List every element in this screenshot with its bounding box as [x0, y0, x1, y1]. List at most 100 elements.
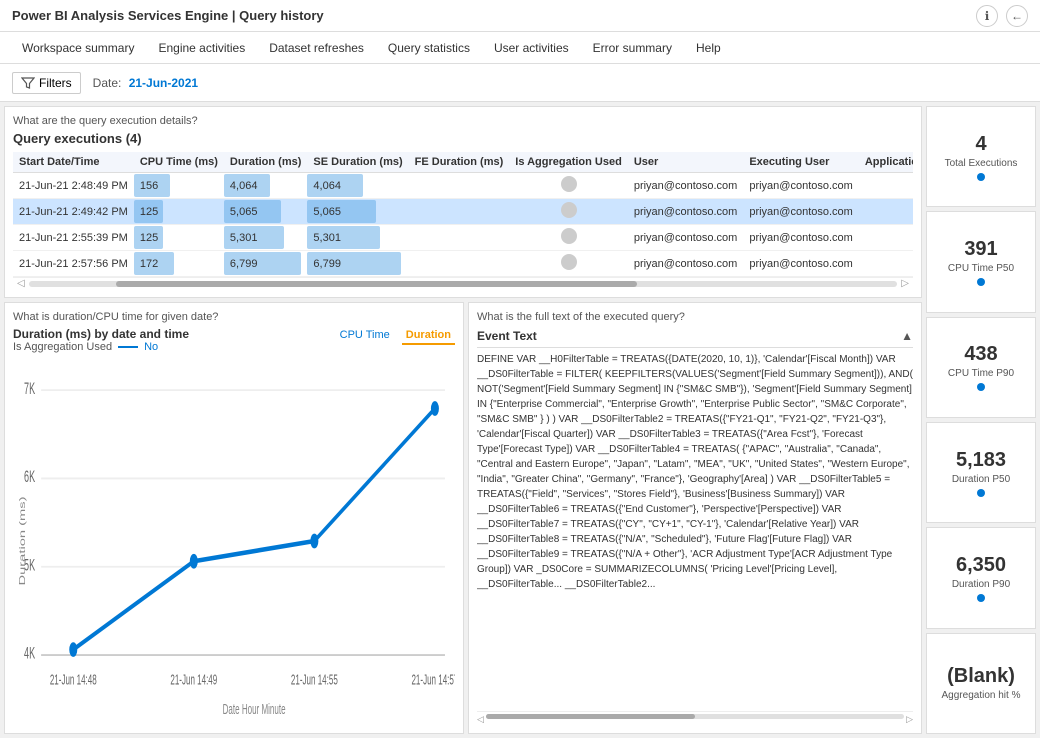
table-row[interactable]: 21-Jun-21 2:57:56 PM 172 6,799 6,799 pri… [13, 251, 913, 277]
nav-workspace-summary[interactable]: Workspace summary [12, 32, 144, 64]
cell-duration: 6,799 [224, 251, 308, 277]
cell-user: priyan@contoso.com [628, 173, 744, 199]
stat-dot [977, 173, 985, 181]
stat-card-2: 438 CPU Time P90 [926, 317, 1036, 418]
cell-duration: 5,301 [224, 225, 308, 251]
chart-area: 7K 6K 5K 4K Duration (ms) [13, 357, 455, 725]
stat-card-3: 5,183 Duration P50 [926, 422, 1036, 523]
cell-exec-user: priyan@contoso.com [743, 225, 859, 251]
chart-tab-duration[interactable]: Duration [402, 327, 455, 345]
cell-application [859, 225, 913, 251]
filter-label: Filters [39, 76, 72, 90]
stat-card-1: 391 CPU Time P50 [926, 211, 1036, 312]
query-panel: What is the full text of the executed qu… [468, 302, 922, 734]
cell-cpu: 125 [134, 225, 224, 251]
svg-text:Duration (ms): Duration (ms) [18, 496, 27, 585]
cell-application [859, 173, 913, 199]
scrollbar-thumb [116, 281, 637, 287]
cell-duration: 4,064 [224, 173, 308, 199]
col-duration: Duration (ms) [224, 152, 308, 173]
svg-text:6K: 6K [24, 467, 35, 486]
cell-user: priyan@contoso.com [628, 251, 744, 277]
cell-exec-user: priyan@contoso.com [743, 251, 859, 277]
chart-tab-cpu[interactable]: CPU Time [336, 327, 394, 345]
svg-text:Date Hour Minute: Date Hour Minute [223, 700, 286, 717]
stat-label: Aggregation hit % [942, 690, 1021, 701]
svg-text:21-Jun 14:48: 21-Jun 14:48 [50, 671, 97, 688]
col-datetime: Start Date/Time [13, 152, 134, 173]
col-user: User [628, 152, 744, 173]
event-text-header: Event Text ▲ [477, 329, 913, 348]
table-row[interactable]: 21-Jun-21 2:48:49 PM 156 4,064 4,064 pri… [13, 173, 913, 199]
cell-fe-duration [409, 251, 510, 277]
cell-fe-duration [409, 199, 510, 225]
stat-label: CPU Time P90 [948, 368, 1014, 379]
nav-user-activities[interactable]: User activities [484, 32, 579, 64]
app-header: Power BI Analysis Services Engine | Quer… [0, 0, 1040, 32]
nav-bar: Workspace summary Engine activities Data… [0, 32, 1040, 64]
cell-cpu: 172 [134, 251, 224, 277]
info-icon-button[interactable]: ℹ [976, 5, 998, 27]
svg-text:21-Jun 14:57: 21-Jun 14:57 [411, 671, 455, 688]
back-icon-button[interactable]: ← [1006, 5, 1028, 27]
stat-label: CPU Time P50 [948, 263, 1014, 274]
table-section-title: Query executions (4) [13, 131, 913, 146]
chart-panel: What is duration/CPU time for given date… [4, 302, 464, 734]
cell-application [859, 199, 913, 225]
stat-label: Duration P90 [952, 579, 1010, 590]
cell-agg [509, 173, 628, 199]
stat-number: 438 [964, 343, 997, 366]
cell-se-duration: 5,301 [307, 225, 408, 251]
query-text-content[interactable]: DEFINE VAR __H0FilterTable = TREATAS({DA… [477, 352, 913, 709]
app-title: Power BI Analysis Services Engine | Quer… [12, 8, 324, 23]
nav-help[interactable]: Help [686, 32, 731, 64]
nav-query-statistics[interactable]: Query statistics [378, 32, 480, 64]
stat-card-0: 4 Total Executions [926, 106, 1036, 207]
cell-application [859, 251, 913, 277]
toolbar: Filters Date: 21-Jun-2021 [0, 64, 1040, 102]
svg-text:21-Jun 14:49: 21-Jun 14:49 [170, 671, 217, 688]
col-se-duration: SE Duration (ms) [307, 152, 408, 173]
query-hscrollbar[interactable] [486, 714, 904, 719]
agg-legend-label: Is Aggregation Used [13, 341, 112, 353]
cell-user: priyan@contoso.com [628, 199, 744, 225]
cell-se-duration: 5,065 [307, 199, 408, 225]
nav-dataset-refreshes[interactable]: Dataset refreshes [259, 32, 374, 64]
stat-card-4: 6,350 Duration P90 [926, 527, 1036, 628]
header-icons: ℹ ← [976, 5, 1028, 27]
svg-text:4K: 4K [24, 644, 35, 663]
query-panel-label: What is the full text of the executed qu… [477, 311, 913, 323]
chart-controls: Duration (ms) by date and time Is Aggreg… [13, 327, 455, 353]
right-sidebar: 4 Total Executions 391 CPU Time P50 438 … [926, 106, 1036, 734]
table-scroll-area[interactable]: Start Date/Time CPU Time (ms) Duration (… [13, 152, 913, 277]
nav-error-summary[interactable]: Error summary [583, 32, 682, 64]
event-text-expand-icon[interactable]: ▲ [901, 329, 913, 343]
cell-cpu: 125 [134, 199, 224, 225]
filter-button[interactable]: Filters [12, 72, 81, 94]
stat-label: Duration P50 [952, 474, 1010, 485]
svg-text:7K: 7K [24, 379, 35, 398]
cell-datetime: 21-Jun-21 2:48:49 PM [13, 173, 134, 199]
table-scrollbar-row: ◁ ▷ [13, 277, 913, 289]
chart-tabs: CPU Time Duration [336, 327, 455, 345]
event-text-label: Event Text [477, 329, 537, 343]
stat-number: 6,350 [956, 554, 1006, 577]
table-row[interactable]: 21-Jun-21 2:55:39 PM 125 5,301 5,301 pri… [13, 225, 913, 251]
legend-line-no [118, 346, 138, 348]
col-application: Application [859, 152, 913, 173]
cell-fe-duration [409, 173, 510, 199]
table-body: 21-Jun-21 2:48:49 PM 156 4,064 4,064 pri… [13, 173, 913, 277]
table-section: What are the query execution details? Qu… [4, 106, 922, 298]
main-content: What are the query execution details? Qu… [0, 102, 1040, 738]
table-section-label: What are the query execution details? [13, 115, 913, 127]
chart-title: Duration (ms) by date and time [13, 327, 189, 341]
table-row[interactable]: 21-Jun-21 2:49:42 PM 125 5,065 5,065 pri… [13, 199, 913, 225]
nav-engine-activities[interactable]: Engine activities [148, 32, 255, 64]
cell-agg [509, 251, 628, 277]
chart-section-label: What is duration/CPU time for given date… [13, 311, 455, 323]
cell-cpu: 156 [134, 173, 224, 199]
left-panel: What are the query execution details? Qu… [4, 106, 922, 734]
stat-card-5: (Blank) Aggregation hit % [926, 633, 1036, 734]
horizontal-scrollbar[interactable] [29, 281, 898, 287]
col-agg: Is Aggregation Used [509, 152, 628, 173]
